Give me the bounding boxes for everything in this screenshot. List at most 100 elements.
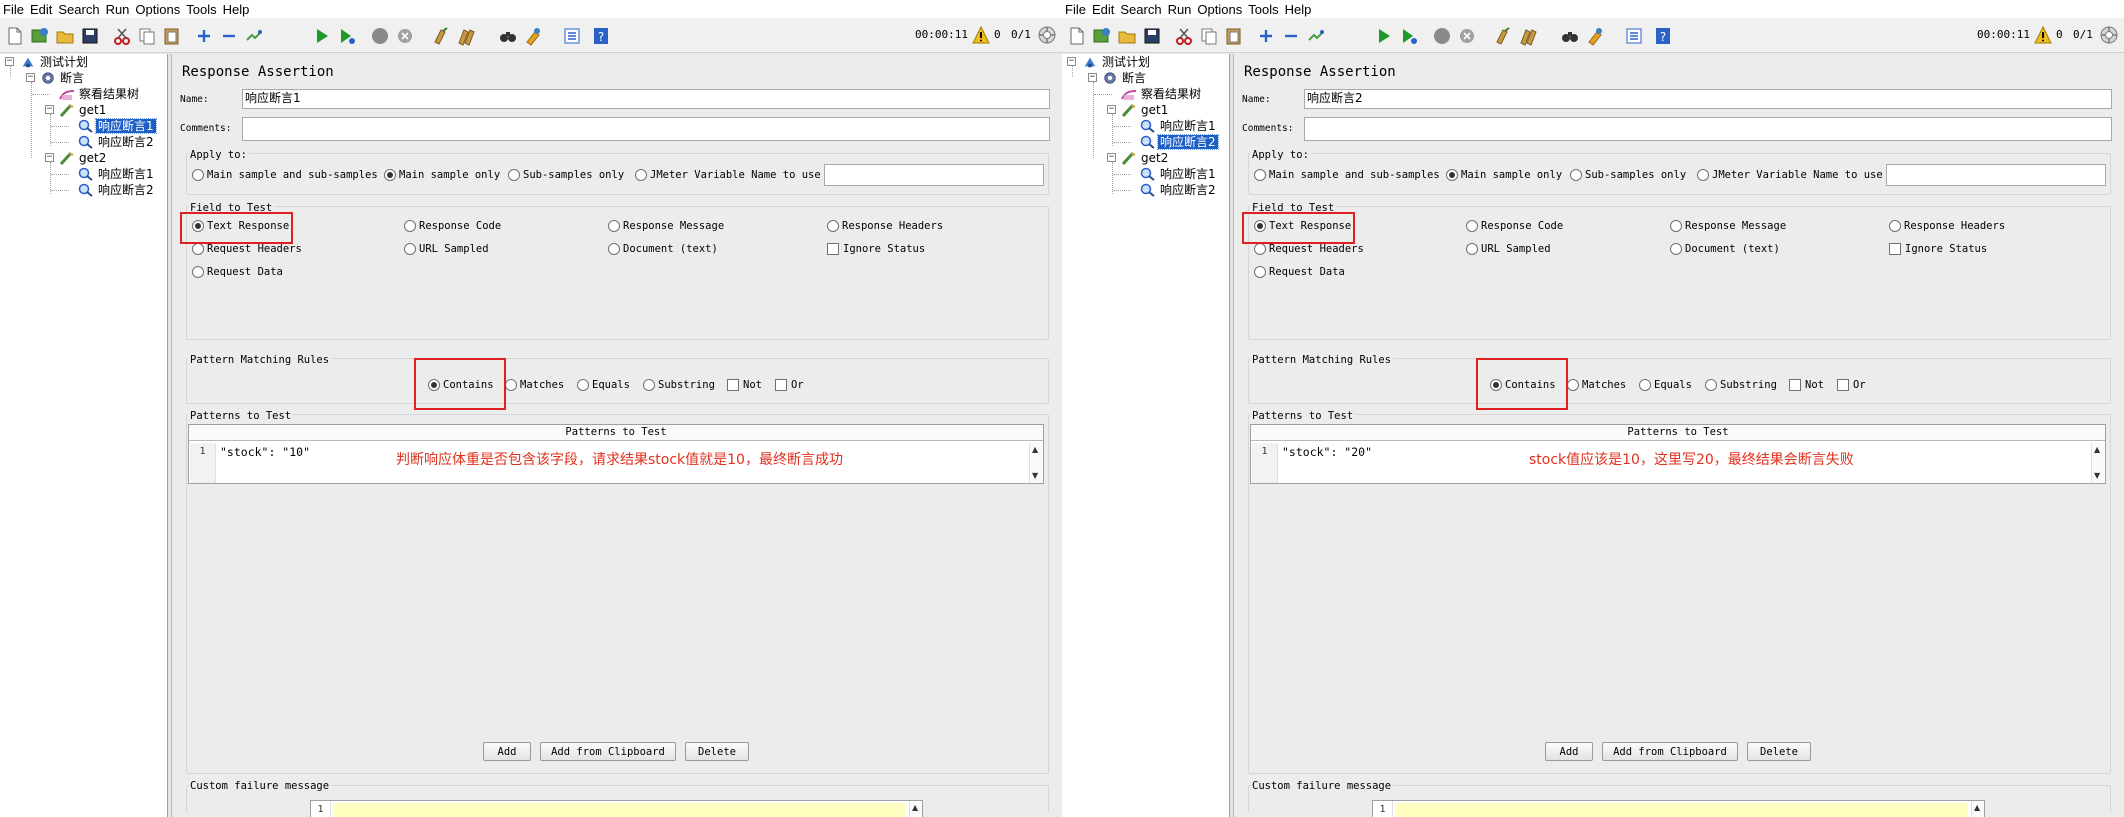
- scroll-down-icon[interactable]: ▼: [2094, 472, 2100, 480]
- tree-node-get2-assertion1[interactable]: 响应断言1: [78, 166, 156, 181]
- tree-node-test-plan[interactable]: 测试计划: [20, 54, 90, 69]
- pane-splitter[interactable]: [1230, 54, 1234, 817]
- rule-substring-radio[interactable]: Substring: [1705, 379, 1777, 391]
- clear-icon[interactable]: [1492, 25, 1514, 47]
- jmeter-variable-input[interactable]: [824, 164, 1044, 186]
- field-document-text-radio[interactable]: Document (text): [608, 243, 718, 255]
- pattern-scrollbar[interactable]: ▲ ▼: [1029, 443, 1042, 483]
- apply-main-only-radio[interactable]: Main sample only: [1446, 169, 1562, 181]
- comments-field[interactable]: [242, 117, 1050, 141]
- rule-equals-radio[interactable]: Equals: [1639, 379, 1692, 391]
- paste-icon[interactable]: [1223, 25, 1245, 47]
- field-response-code-radio[interactable]: Response Code: [1466, 220, 1563, 232]
- rule-not-checkbox[interactable]: Not: [727, 379, 762, 391]
- failure-message-editor[interactable]: 1 ▲ ▼: [310, 800, 923, 817]
- start-no-pause-icon[interactable]: [336, 25, 358, 47]
- remote-status-icon[interactable]: [1036, 24, 1058, 46]
- save-icon[interactable]: [1141, 25, 1163, 47]
- toggle-icon[interactable]: [1305, 25, 1327, 47]
- menu-edit[interactable]: Edit: [1092, 2, 1114, 17]
- clear-icon[interactable]: [430, 25, 452, 47]
- failure-scrollbar[interactable]: ▲ ▼: [1971, 801, 1984, 817]
- menu-search[interactable]: Search: [58, 2, 99, 17]
- ignore-status-checkbox[interactable]: Ignore Status: [1889, 243, 1987, 255]
- reset-search-icon[interactable]: [1584, 25, 1606, 47]
- rule-or-checkbox[interactable]: Or: [1837, 379, 1866, 391]
- tree-expander[interactable]: −: [1088, 73, 1097, 82]
- menu-tools[interactable]: Tools: [1248, 2, 1278, 17]
- pattern-scrollbar[interactable]: ▲ ▼: [2091, 443, 2104, 483]
- scroll-up-icon[interactable]: ▲: [912, 804, 918, 812]
- field-response-message-radio[interactable]: Response Message: [608, 220, 724, 232]
- expand-icon[interactable]: [193, 25, 215, 47]
- patterns-column-header[interactable]: Patterns to Test: [1251, 425, 2105, 441]
- shutdown-icon[interactable]: [394, 25, 416, 47]
- save-icon[interactable]: [79, 25, 101, 47]
- apply-jmeter-variable-radio[interactable]: JMeter Variable Name to use: [1697, 169, 1883, 181]
- apply-jmeter-variable-radio[interactable]: JMeter Variable Name to use: [635, 169, 821, 181]
- tree-node-thread-group[interactable]: 断言: [40, 70, 86, 85]
- cut-icon[interactable]: [1173, 25, 1195, 47]
- add-from-clipboard-button[interactable]: Add from Clipboard: [540, 742, 676, 761]
- stop-icon[interactable]: [369, 25, 391, 47]
- menu-tools[interactable]: Tools: [186, 2, 216, 17]
- rule-not-checkbox[interactable]: Not: [1789, 379, 1824, 391]
- tree-node-get2-assertion1[interactable]: 响应断言1: [1140, 166, 1218, 181]
- tree-node-get1[interactable]: get1: [59, 102, 108, 117]
- start-no-pause-icon[interactable]: [1398, 25, 1420, 47]
- delete-button[interactable]: Delete: [685, 742, 749, 761]
- tree-node-get2[interactable]: get2: [1121, 150, 1170, 165]
- tree-node-get2-assertion2[interactable]: 响应断言2: [1140, 182, 1218, 197]
- copy-icon[interactable]: [1198, 25, 1220, 47]
- function-helper-icon[interactable]: [561, 25, 583, 47]
- add-button[interactable]: Add: [1545, 742, 1593, 761]
- patterns-column-header[interactable]: Patterns to Test: [189, 425, 1043, 441]
- templates-icon[interactable]: [1091, 25, 1113, 47]
- tree-node-get1-assertion2[interactable]: 响应断言2: [78, 134, 156, 149]
- new-icon[interactable]: [1066, 25, 1088, 47]
- open-icon[interactable]: [54, 25, 76, 47]
- copy-icon[interactable]: [136, 25, 158, 47]
- tree-expander[interactable]: −: [45, 153, 54, 162]
- field-response-headers-radio[interactable]: Response Headers: [1889, 220, 2005, 232]
- field-document-text-radio[interactable]: Document (text): [1670, 243, 1780, 255]
- add-from-clipboard-button[interactable]: Add from Clipboard: [1602, 742, 1738, 761]
- shutdown-icon[interactable]: [1456, 25, 1478, 47]
- delete-button[interactable]: Delete: [1747, 742, 1811, 761]
- apply-main-and-sub-radio[interactable]: Main sample and sub-samples: [192, 169, 378, 181]
- templates-icon[interactable]: [29, 25, 51, 47]
- tree-node-get1-assertion1[interactable]: 响应断言1: [78, 117, 157, 134]
- warning-icon[interactable]: [2032, 24, 2054, 46]
- tree-node-thread-group[interactable]: 断言: [1102, 70, 1148, 85]
- menu-edit[interactable]: Edit: [30, 2, 52, 17]
- menu-run[interactable]: Run: [1168, 2, 1192, 17]
- start-icon[interactable]: [311, 25, 333, 47]
- tree-node-get2[interactable]: get2: [59, 150, 108, 165]
- name-field[interactable]: 响应断言1: [242, 89, 1050, 109]
- pane-splitter[interactable]: [168, 54, 172, 817]
- field-url-sampled-radio[interactable]: URL Sampled: [404, 243, 489, 255]
- clear-all-icon[interactable]: [1517, 25, 1539, 47]
- menu-options[interactable]: Options: [1197, 2, 1242, 17]
- field-url-sampled-radio[interactable]: URL Sampled: [1466, 243, 1551, 255]
- apply-sub-only-radio[interactable]: Sub-samples only: [1570, 169, 1686, 181]
- test-plan-tree[interactable]: − − − − 测试计划 断言 察看结果树 get1 响应断言1 响应断言2 g…: [0, 54, 168, 817]
- menu-options[interactable]: Options: [135, 2, 180, 17]
- pattern-text[interactable]: "stock": "20": [1282, 445, 1372, 459]
- test-plan-tree[interactable]: − − − − 测试计划 断言 察看结果树 get1 响应断言1 响应断言2 g…: [1062, 54, 1230, 817]
- cut-icon[interactable]: [111, 25, 133, 47]
- help-icon[interactable]: ?: [590, 25, 612, 47]
- apply-main-only-radio[interactable]: Main sample only: [384, 169, 500, 181]
- function-helper-icon[interactable]: [1623, 25, 1645, 47]
- scroll-up-icon[interactable]: ▲: [1974, 804, 1980, 812]
- add-button[interactable]: Add: [483, 742, 531, 761]
- ignore-status-checkbox[interactable]: Ignore Status: [827, 243, 925, 255]
- rule-equals-radio[interactable]: Equals: [577, 379, 630, 391]
- tree-node-test-plan[interactable]: 测试计划: [1082, 54, 1152, 69]
- menu-run[interactable]: Run: [106, 2, 130, 17]
- comments-field[interactable]: [1304, 117, 2112, 141]
- apply-sub-only-radio[interactable]: Sub-samples only: [508, 169, 624, 181]
- jmeter-variable-input[interactable]: [1886, 164, 2106, 186]
- tree-node-get1-assertion2[interactable]: 响应断言2: [1140, 133, 1219, 150]
- pattern-text[interactable]: "stock": "10": [220, 445, 310, 459]
